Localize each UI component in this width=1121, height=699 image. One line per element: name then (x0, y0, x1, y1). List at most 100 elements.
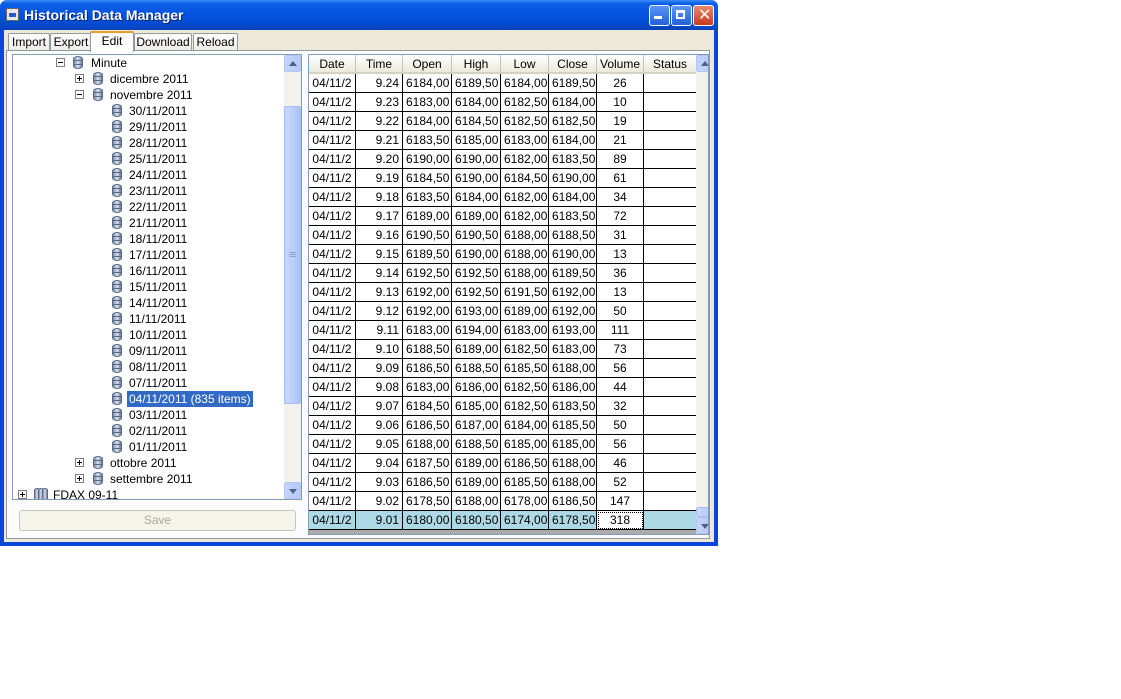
cell-time[interactable]: 9.22 (356, 112, 403, 131)
tree-node-day[interactable]: 17/11/2011 (13, 247, 285, 263)
close-button[interactable]: ✕ (693, 5, 714, 26)
scroll-down-button[interactable] (696, 517, 708, 534)
cell-low[interactable]: 6182,00 (501, 188, 549, 207)
cell-time[interactable]: 9.05 (356, 435, 403, 454)
cell-close[interactable]: 6193,00 (549, 321, 597, 340)
cell-status[interactable] (644, 454, 697, 473)
cell-date[interactable]: 04/11/2 (309, 207, 356, 226)
tab-download[interactable]: Download (134, 33, 192, 51)
cell-status[interactable] (644, 397, 697, 416)
cell-volume[interactable]: 50 (597, 416, 644, 435)
tree-node-novembre-2011[interactable]: novembre 2011 (13, 87, 285, 103)
cell-high[interactable]: 6188,00 (452, 492, 501, 511)
maximize-button[interactable] (671, 5, 692, 26)
cell-high[interactable]: 6185,00 (452, 397, 501, 416)
cell-low[interactable]: 6185,50 (501, 473, 549, 492)
cell-open[interactable]: 6184,00 (403, 112, 452, 131)
cell-date[interactable]: 04/11/2 (309, 416, 356, 435)
cell-close[interactable]: 6188,00 (549, 473, 597, 492)
cell-low[interactable]: 6174,00 (501, 511, 549, 530)
tree-node-day[interactable]: 23/11/2011 (13, 183, 285, 199)
tree-node-day[interactable]: 28/11/2011 (13, 135, 285, 151)
cell-date[interactable]: 04/11/2 (309, 454, 356, 473)
cell-date[interactable]: 04/11/2 (309, 226, 356, 245)
tree-node-day[interactable]: 30/11/2011 (13, 103, 285, 119)
cell-time[interactable]: 9.24 (356, 74, 403, 93)
cell-close[interactable]: 6189,50 (549, 264, 597, 283)
cell-high[interactable]: 6190,00 (452, 245, 501, 264)
app-icon[interactable] (6, 8, 19, 21)
cell-date[interactable]: 04/11/2 (309, 511, 356, 530)
cell-volume[interactable]: 13 (597, 283, 644, 302)
cell-open[interactable]: 6187,50 (403, 454, 452, 473)
cell-low[interactable]: 6178,00 (501, 492, 549, 511)
column-header-status[interactable]: Status (644, 55, 697, 74)
expand-icon[interactable] (18, 490, 27, 499)
column-header-high[interactable]: High (452, 55, 501, 74)
tree-node-day[interactable]: 22/11/2011 (13, 199, 285, 215)
cell-close[interactable]: 6186,00 (549, 378, 597, 397)
cell-status[interactable] (644, 112, 697, 131)
cell-open[interactable]: 6192,00 (403, 283, 452, 302)
cell-status[interactable] (644, 207, 697, 226)
tree-node-day[interactable]: 02/11/2011 (13, 423, 285, 439)
cell-high[interactable]: 6184,00 (452, 93, 501, 112)
expand-icon[interactable] (75, 474, 84, 483)
tree-node-day[interactable]: 09/11/2011 (13, 343, 285, 359)
cell-date[interactable]: 04/11/2 (309, 359, 356, 378)
cell-high[interactable]: 6192,50 (452, 264, 501, 283)
tree-node-fdax-09-11[interactable]: FDAX 09-11 (13, 487, 285, 499)
tree-node-dicembre-2011[interactable]: dicembre 2011 (13, 71, 285, 87)
tree-node-day[interactable]: 03/11/2011 (13, 407, 285, 423)
cell-volume[interactable]: 21 (597, 131, 644, 150)
cell-status[interactable] (644, 226, 697, 245)
cell-status[interactable] (644, 283, 697, 302)
cell-date[interactable]: 04/11/2 (309, 245, 356, 264)
cell-time[interactable]: 9.09 (356, 359, 403, 378)
cell-open[interactable]: 6183,00 (403, 93, 452, 112)
cell-status[interactable] (644, 93, 697, 112)
grid-scrollbar[interactable] (696, 55, 708, 534)
cell-close[interactable]: 6183,50 (549, 397, 597, 416)
cell-close[interactable]: 6184,00 (549, 188, 597, 207)
cell-close[interactable]: 6188,50 (549, 226, 597, 245)
column-header-volume[interactable]: Volume (597, 55, 644, 74)
cell-date[interactable]: 04/11/2 (309, 492, 356, 511)
scroll-thumb[interactable] (284, 106, 301, 404)
minimize-button[interactable] (649, 5, 670, 26)
cell-low[interactable]: 6182,00 (501, 207, 549, 226)
scroll-up-button[interactable] (696, 55, 708, 72)
cell-time[interactable]: 9.20 (356, 150, 403, 169)
cell-low[interactable]: 6188,00 (501, 226, 549, 245)
cell-high[interactable]: 6190,00 (452, 169, 501, 188)
cell-open[interactable]: 6180,00 (403, 511, 452, 530)
cell-low[interactable]: 6182,50 (501, 93, 549, 112)
data-grid[interactable]: Date Time Open High Low Close Volume Status 04/… (308, 54, 709, 535)
tree-node-day[interactable]: 15/11/2011 (13, 279, 285, 295)
cell-open[interactable]: 6190,00 (403, 150, 452, 169)
cell-close[interactable]: 6185,50 (549, 416, 597, 435)
cell-low[interactable]: 6182,50 (501, 112, 549, 131)
cell-status[interactable] (644, 131, 697, 150)
scroll-thumb[interactable] (696, 507, 708, 517)
cell-close[interactable]: 6190,00 (549, 169, 597, 188)
cell-high[interactable]: 6189,00 (452, 340, 501, 359)
cell-high[interactable]: 6190,50 (452, 226, 501, 245)
cell-volume[interactable]: 32 (597, 397, 644, 416)
cell-status[interactable] (644, 416, 697, 435)
tree-node-day[interactable]: 21/11/2011 (13, 215, 285, 231)
cell-high[interactable]: 6189,00 (452, 473, 501, 492)
cell-open[interactable]: 6184,50 (403, 169, 452, 188)
cell-time[interactable]: 9.08 (356, 378, 403, 397)
tree-node-day[interactable]: 07/11/2011 (13, 375, 285, 391)
cell-open[interactable]: 6183,00 (403, 378, 452, 397)
tree-node-ottobre-2011[interactable]: ottobre 2011 (13, 455, 285, 471)
column-header-close[interactable]: Close (549, 55, 597, 74)
cell-close[interactable]: 6189,50 (549, 74, 597, 93)
cell-date[interactable]: 04/11/2 (309, 340, 356, 359)
cell-time[interactable]: 9.03 (356, 473, 403, 492)
cell-volume[interactable]: 36 (597, 264, 644, 283)
cell-date[interactable]: 04/11/2 (309, 378, 356, 397)
tree-node-day[interactable]: 25/11/2011 (13, 151, 285, 167)
cell-high[interactable]: 6189,00 (452, 454, 501, 473)
